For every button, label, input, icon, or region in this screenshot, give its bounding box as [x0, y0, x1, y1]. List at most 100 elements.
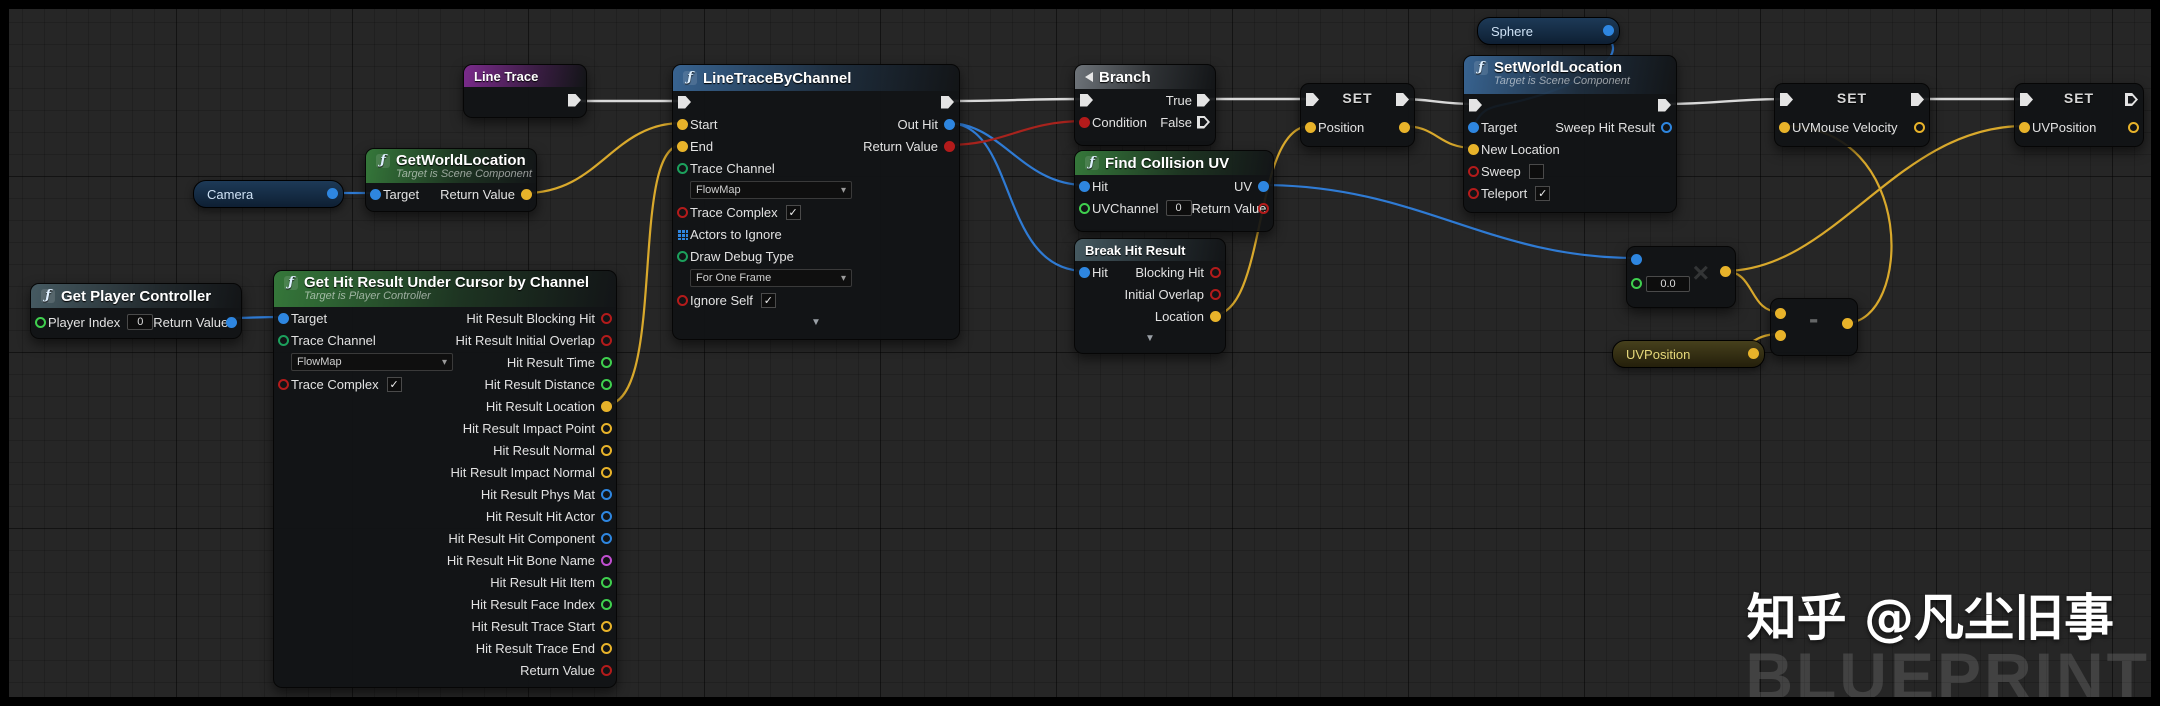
draw-debug-type-pin[interactable] [677, 250, 688, 262]
collapse-arrow-icon[interactable]: ▼ [690, 317, 942, 328]
branch-node[interactable]: Branch True Condition False [1074, 64, 1216, 146]
start-pin[interactable] [677, 118, 688, 130]
hit-result-trace-end-pin[interactable] [601, 642, 612, 654]
set-position-node[interactable]: SET Position [1300, 83, 1415, 147]
hit-result-hit-actor-pin[interactable] [601, 510, 612, 522]
uv-channel-pin[interactable] [1079, 202, 1090, 214]
exec-in-pin[interactable] [678, 95, 691, 109]
hit-result-initial-overlap-pin[interactable] [601, 334, 612, 346]
teleport-checkbox[interactable] [1535, 185, 1551, 201]
uvposition-pin[interactable] [2019, 121, 2030, 133]
sphere-output-pin[interactable] [1603, 25, 1614, 36]
hit-result-hit-component-pin[interactable] [601, 532, 612, 544]
sweep-hit-result-pin[interactable] [1661, 121, 1672, 133]
out-hit-pin[interactable] [944, 118, 955, 130]
subtract-b-pin[interactable] [1775, 330, 1786, 341]
blueprint-graph[interactable]: Line Trace Camera ƒ GetWorldLocation Tar… [0, 0, 2160, 706]
condition-pin[interactable] [1079, 116, 1090, 128]
camera-output-pin[interactable] [327, 188, 338, 199]
trace-complex-pin[interactable] [278, 378, 289, 390]
return-value-pin[interactable] [601, 664, 612, 676]
hit-result-face-index-pin[interactable] [601, 598, 612, 610]
return-value-pin[interactable] [521, 188, 532, 200]
break-hit-result-node[interactable]: Break Hit Result Hit Blocking Hit Initia… [1074, 238, 1226, 354]
sweep-checkbox[interactable] [1528, 163, 1544, 179]
hit-result-distance-pin[interactable] [601, 378, 612, 390]
line-trace-node[interactable]: Line Trace [463, 64, 587, 118]
return-value-pin[interactable] [1258, 202, 1269, 214]
hit-result-blocking-hit-pin[interactable] [601, 312, 612, 324]
subtract-a-pin[interactable] [1775, 308, 1786, 319]
trace-channel-pin[interactable] [278, 334, 289, 346]
exec-out-pin[interactable] [568, 93, 581, 107]
hit-result-hit-item-pin[interactable] [601, 576, 612, 588]
hit-result-impact-point-pin[interactable] [601, 422, 612, 434]
uv-pin[interactable] [1258, 180, 1269, 192]
hit-result-hit-bone-name-pin[interactable] [601, 554, 612, 566]
uvposition-out-pin[interactable] [2128, 121, 2139, 133]
uvposition-output-pin[interactable] [1748, 348, 1759, 359]
uvmouse-velocity-out-pin[interactable] [1914, 121, 1925, 133]
location-pin[interactable] [1210, 310, 1221, 322]
set-uvmouse-velocity-node[interactable]: SET UVMouse Velocity [1774, 83, 1930, 147]
hit-result-impact-normal-pin[interactable] [601, 466, 612, 478]
uvposition-variable-node[interactable]: UVPosition [1612, 340, 1765, 368]
exec-out-pin[interactable] [1658, 98, 1671, 112]
exec-in-pin[interactable] [1469, 98, 1482, 112]
target-pin[interactable] [370, 188, 381, 200]
false-exec-pin[interactable] [1197, 115, 1210, 129]
trace-channel-pin[interactable] [677, 162, 688, 174]
hit-result-trace-start-pin[interactable] [601, 620, 612, 632]
ignore-self-checkbox[interactable] [760, 292, 776, 308]
multiply-a-pin[interactable] [1631, 254, 1642, 265]
target-pin[interactable] [1468, 121, 1479, 133]
linetracebychannel-node[interactable]: ƒ LineTraceByChannel Start Out Hit End R… [672, 64, 960, 340]
return-value-pin[interactable] [226, 316, 237, 328]
player-index-value[interactable]: 0 [127, 314, 154, 330]
draw-debug-type-dropdown[interactable]: For One Frame ▾ [690, 269, 852, 287]
hit-pin[interactable] [1079, 180, 1090, 192]
get-hit-result-node[interactable]: ƒ Get Hit Result Under Cursor by Channel… [273, 270, 617, 688]
hit-result-time-pin[interactable] [601, 356, 612, 368]
sweep-pin[interactable] [1468, 165, 1479, 177]
multiply-out-pin[interactable] [1720, 266, 1731, 277]
get-player-controller-node[interactable]: ƒ Get Player Controller Player Index 0 R… [30, 283, 242, 339]
hit-result-normal-pin[interactable] [601, 444, 612, 456]
blocking-hit-pin[interactable] [1210, 266, 1221, 278]
true-exec-pin[interactable] [1197, 93, 1210, 107]
sphere-variable-node[interactable]: Sphere [1477, 17, 1620, 45]
multiply-b-pin[interactable] [1631, 278, 1642, 289]
exec-in-pin[interactable] [1080, 93, 1093, 107]
uv-channel-value[interactable]: 0 [1165, 200, 1192, 216]
exec-out-pin[interactable] [941, 95, 954, 109]
target-pin[interactable] [278, 312, 289, 324]
subtract-node[interactable]: - [1770, 298, 1858, 356]
end-pin[interactable] [677, 140, 688, 152]
teleport-pin[interactable] [1468, 187, 1479, 199]
subtract-out-pin[interactable] [1842, 318, 1853, 329]
new-location-pin[interactable] [1468, 143, 1479, 155]
set-uvposition-node[interactable]: SET UVPosition [2014, 83, 2144, 147]
trace-channel-dropdown[interactable]: FlowMap ▾ [690, 181, 852, 199]
ignore-self-pin[interactable] [677, 294, 688, 306]
setworldlocation-node[interactable]: ƒ SetWorldLocation Target is Scene Compo… [1463, 55, 1677, 213]
getworldlocation-node[interactable]: ƒ GetWorldLocation Target is Scene Compo… [365, 148, 537, 212]
find-collision-uv-node[interactable]: ƒ Find Collision UV Hit UV UVChannel 0 R… [1074, 150, 1274, 232]
multiply-b-value[interactable]: 0.0 [1646, 276, 1690, 292]
player-index-pin[interactable] [35, 316, 46, 328]
trace-complex-checkbox[interactable] [386, 376, 402, 392]
hit-result-location-pin[interactable] [601, 400, 612, 412]
camera-variable-node[interactable]: Camera [193, 180, 344, 208]
initial-overlap-pin[interactable] [1210, 288, 1221, 300]
trace-channel-dropdown[interactable]: FlowMap ▾ [291, 353, 453, 371]
position-pin[interactable] [1305, 121, 1316, 133]
actors-array-pin[interactable] [677, 228, 688, 240]
return-value-pin[interactable] [944, 140, 955, 152]
uvmouse-velocity-pin[interactable] [1779, 121, 1790, 133]
hit-pin[interactable] [1079, 266, 1090, 278]
multiply-node[interactable]: × 0.0 [1626, 246, 1736, 308]
trace-complex-pin[interactable] [677, 206, 688, 218]
position-out-pin[interactable] [1399, 121, 1410, 133]
hit-result-phys-mat-pin[interactable] [601, 488, 612, 500]
trace-complex-checkbox[interactable] [785, 204, 801, 220]
